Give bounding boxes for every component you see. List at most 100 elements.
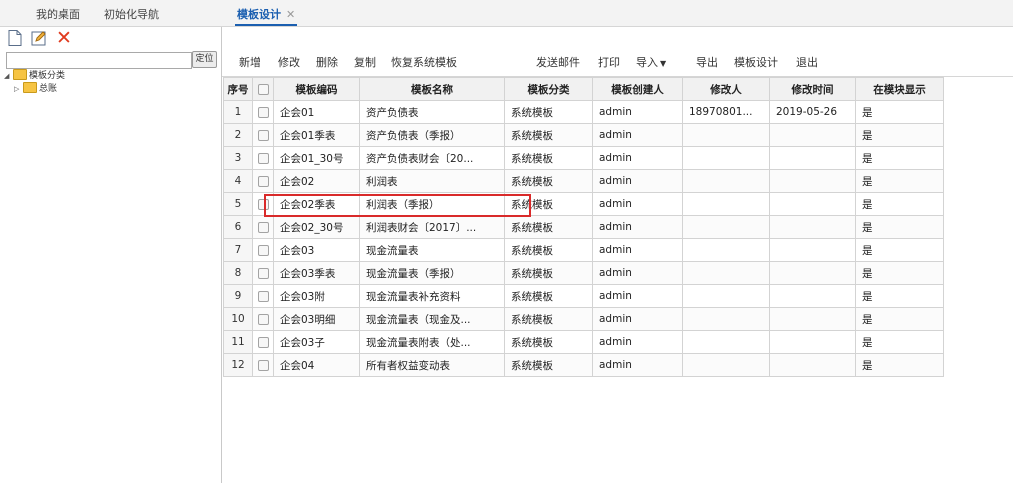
- restore-system-template-button[interactable]: 恢复系统模板: [391, 54, 457, 70]
- cell-creator: admin: [592, 284, 683, 308]
- cell-select[interactable]: [252, 261, 274, 285]
- cell-select[interactable]: [252, 353, 274, 377]
- cell-name: 资产负债表（季报）: [359, 123, 505, 147]
- col-header-creator[interactable]: 模板创建人: [592, 77, 683, 101]
- cell-show-in-module: 是: [855, 238, 944, 262]
- cell-modified-time: [769, 307, 856, 331]
- cell-seq: 8: [223, 261, 253, 285]
- cell-creator: admin: [592, 192, 683, 216]
- template-design-button[interactable]: 模板设计: [734, 54, 778, 70]
- row-checkbox[interactable]: [257, 244, 269, 256]
- table-row[interactable]: 1 企会01 资产负债表 系统模板 admin 18970801... 2019-05-26…: [223, 100, 944, 124]
- add-button[interactable]: 新增: [239, 54, 261, 70]
- exit-button[interactable]: 退出: [796, 54, 818, 70]
- table-row[interactable]: 5 企会02季表 利润表（季报） 系统模板 admin 是: [223, 192, 944, 216]
- cell-select[interactable]: [252, 238, 274, 262]
- cell-select[interactable]: [252, 307, 274, 331]
- tree-node-general-ledger[interactable]: ▷ 总账: [14, 82, 57, 96]
- cell-modified-time: [769, 215, 856, 239]
- table-row[interactable]: 11 企会03子 现金流量表附表（处... 系统模板 admin 是: [223, 330, 944, 354]
- cell-select[interactable]: [252, 215, 274, 239]
- row-checkbox[interactable]: [257, 313, 269, 325]
- table-row[interactable]: 8 企会03季表 现金流量表（季报） 系统模板 admin 是: [223, 261, 944, 285]
- cell-seq: 2: [223, 123, 253, 147]
- edit-icon[interactable]: [30, 29, 48, 47]
- table-header-row: 序号 模板编码 模板名称 模板分类 模板创建人 修改人 修改时间 在模块显示: [223, 77, 944, 101]
- cell-show-in-module: 是: [855, 284, 944, 308]
- cell-select[interactable]: [252, 169, 274, 193]
- cell-select[interactable]: [252, 123, 274, 147]
- tab-init-navigation[interactable]: 初始化导航: [104, 6, 159, 24]
- table-row[interactable]: 3 企会01_30号 资产负债表财会〔20... 系统模板 admin 是: [223, 146, 944, 170]
- import-button[interactable]: 导入 ▼: [636, 54, 666, 70]
- cell-seq: 3: [223, 146, 253, 170]
- cell-modified-time: [769, 123, 856, 147]
- send-email-button[interactable]: 发送邮件: [536, 54, 580, 70]
- locate-button[interactable]: 定位: [192, 51, 217, 68]
- print-button[interactable]: 打印: [598, 54, 620, 70]
- col-header-code[interactable]: 模板编码: [273, 77, 360, 101]
- cell-select[interactable]: [252, 146, 274, 170]
- col-header-show-in-module[interactable]: 在模块显示: [855, 77, 944, 101]
- cell-category: 系统模板: [504, 146, 593, 170]
- category-search-input[interactable]: [6, 52, 192, 69]
- row-checkbox[interactable]: [257, 198, 269, 210]
- new-document-icon[interactable]: [6, 29, 24, 47]
- cell-show-in-module: 是: [855, 307, 944, 331]
- collapse-arrow-icon[interactable]: ◢: [4, 70, 12, 83]
- table-row[interactable]: 4 企会02 利润表 系统模板 admin 是: [223, 169, 944, 193]
- cell-select[interactable]: [252, 100, 274, 124]
- expand-arrow-icon[interactable]: ▷: [14, 83, 22, 96]
- cell-code: 企会03明细: [273, 307, 360, 331]
- row-checkbox[interactable]: [257, 336, 269, 348]
- cell-category: 系统模板: [504, 215, 593, 239]
- cell-name: 资产负债表财会〔20...: [359, 146, 505, 170]
- cell-code: 企会02_30号: [273, 215, 360, 239]
- cell-modifier: [682, 192, 770, 216]
- cell-name: 现金流量表（现金及...: [359, 307, 505, 331]
- col-header-name[interactable]: 模板名称: [359, 77, 505, 101]
- close-icon[interactable]: ✕: [286, 8, 295, 21]
- delete-icon[interactable]: ✕: [56, 29, 74, 48]
- cell-show-in-module: 是: [855, 192, 944, 216]
- table-row[interactable]: 12 企会04 所有者权益变动表 系统模板 admin 是: [223, 353, 944, 377]
- cell-select[interactable]: [252, 284, 274, 308]
- cell-code: 企会04: [273, 353, 360, 377]
- export-button[interactable]: 导出: [696, 54, 718, 70]
- tab-template-design[interactable]: 模板设计 ✕: [235, 6, 298, 26]
- cell-creator: admin: [592, 100, 683, 124]
- tab-my-desktop[interactable]: 我的桌面: [36, 6, 80, 24]
- row-checkbox[interactable]: [257, 221, 269, 233]
- cell-category: 系统模板: [504, 307, 593, 331]
- delete-button[interactable]: 删除: [316, 54, 338, 70]
- row-checkbox[interactable]: [257, 106, 269, 118]
- col-header-select-all[interactable]: [252, 77, 274, 101]
- col-header-modified-time[interactable]: 修改时间: [769, 77, 856, 101]
- copy-button[interactable]: 复制: [354, 54, 376, 70]
- col-header-category[interactable]: 模板分类: [504, 77, 593, 101]
- table-row[interactable]: 2 企会01季表 资产负债表（季报） 系统模板 admin 是: [223, 123, 944, 147]
- select-all-checkbox[interactable]: [257, 83, 269, 95]
- row-checkbox[interactable]: [257, 359, 269, 371]
- cell-modified-time: [769, 238, 856, 262]
- cell-name: 现金流量表补充资料: [359, 284, 505, 308]
- row-checkbox[interactable]: [257, 290, 269, 302]
- col-header-modifier[interactable]: 修改人: [682, 77, 770, 101]
- table-row[interactable]: 10 企会03明细 现金流量表（现金及... 系统模板 admin 是: [223, 307, 944, 331]
- table-row[interactable]: 6 企会02_30号 利润表财会〔2017〕... 系统模板 admin 是: [223, 215, 944, 239]
- cell-creator: admin: [592, 261, 683, 285]
- cell-select[interactable]: [252, 330, 274, 354]
- row-checkbox[interactable]: [257, 267, 269, 279]
- row-checkbox[interactable]: [257, 152, 269, 164]
- cell-name: 现金流量表附表（处...: [359, 330, 505, 354]
- table-row[interactable]: 9 企会03附 现金流量表补充资料 系统模板 admin 是: [223, 284, 944, 308]
- template-grid: 序号 模板编码 模板名称 模板分类 模板创建人 修改人 修改时间 在模块显示 1…: [223, 77, 1013, 477]
- col-header-seq[interactable]: 序号: [223, 77, 253, 101]
- cell-select[interactable]: [252, 192, 274, 216]
- cell-category: 系统模板: [504, 169, 593, 193]
- row-checkbox[interactable]: [257, 129, 269, 141]
- cell-modifier: [682, 238, 770, 262]
- row-checkbox[interactable]: [257, 175, 269, 187]
- table-row[interactable]: 7 企会03 现金流量表 系统模板 admin 是: [223, 238, 944, 262]
- edit-button[interactable]: 修改: [278, 54, 300, 70]
